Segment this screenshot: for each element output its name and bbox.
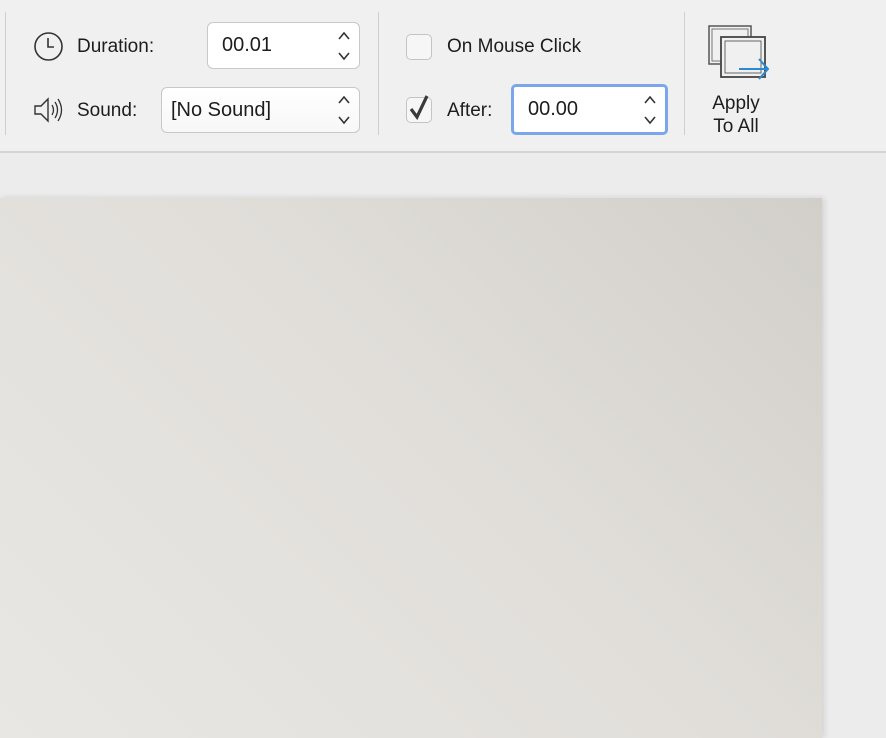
divider xyxy=(378,12,379,135)
on-mouse-click-label: On Mouse Click xyxy=(447,36,582,57)
clock-icon xyxy=(34,32,63,61)
stepper-icon[interactable] xyxy=(337,29,351,63)
checkmark-icon xyxy=(409,95,429,120)
duration-input[interactable]: 00.01 xyxy=(207,22,360,69)
after-label: After: xyxy=(447,100,493,121)
stepper-icon[interactable] xyxy=(643,93,657,127)
apply-to-all-label: Apply To All xyxy=(700,92,772,138)
divider xyxy=(684,12,685,135)
sound-value: [No Sound] xyxy=(171,98,272,121)
speaker-icon xyxy=(34,97,63,123)
after-checkbox[interactable] xyxy=(406,95,432,123)
apply-to-all-icon xyxy=(708,25,770,80)
divider xyxy=(5,12,6,135)
chevron-updown-icon xyxy=(338,95,350,125)
to-all-line: To All xyxy=(713,116,759,137)
after-input[interactable]: 00.00 xyxy=(511,84,668,135)
duration-label: Duration: xyxy=(77,36,155,57)
transitions-toolbar: Duration: 00.01 Sound: [No Sound] On Mou… xyxy=(0,0,886,153)
after-value: 00.00 xyxy=(528,98,579,120)
sound-dropdown[interactable]: [No Sound] xyxy=(161,87,360,133)
duration-value: 00.01 xyxy=(222,34,273,56)
slide-canvas[interactable] xyxy=(0,198,822,738)
on-mouse-click-checkbox[interactable] xyxy=(406,34,432,60)
apply-line: Apply xyxy=(712,93,760,114)
sound-label: Sound: xyxy=(77,100,138,121)
